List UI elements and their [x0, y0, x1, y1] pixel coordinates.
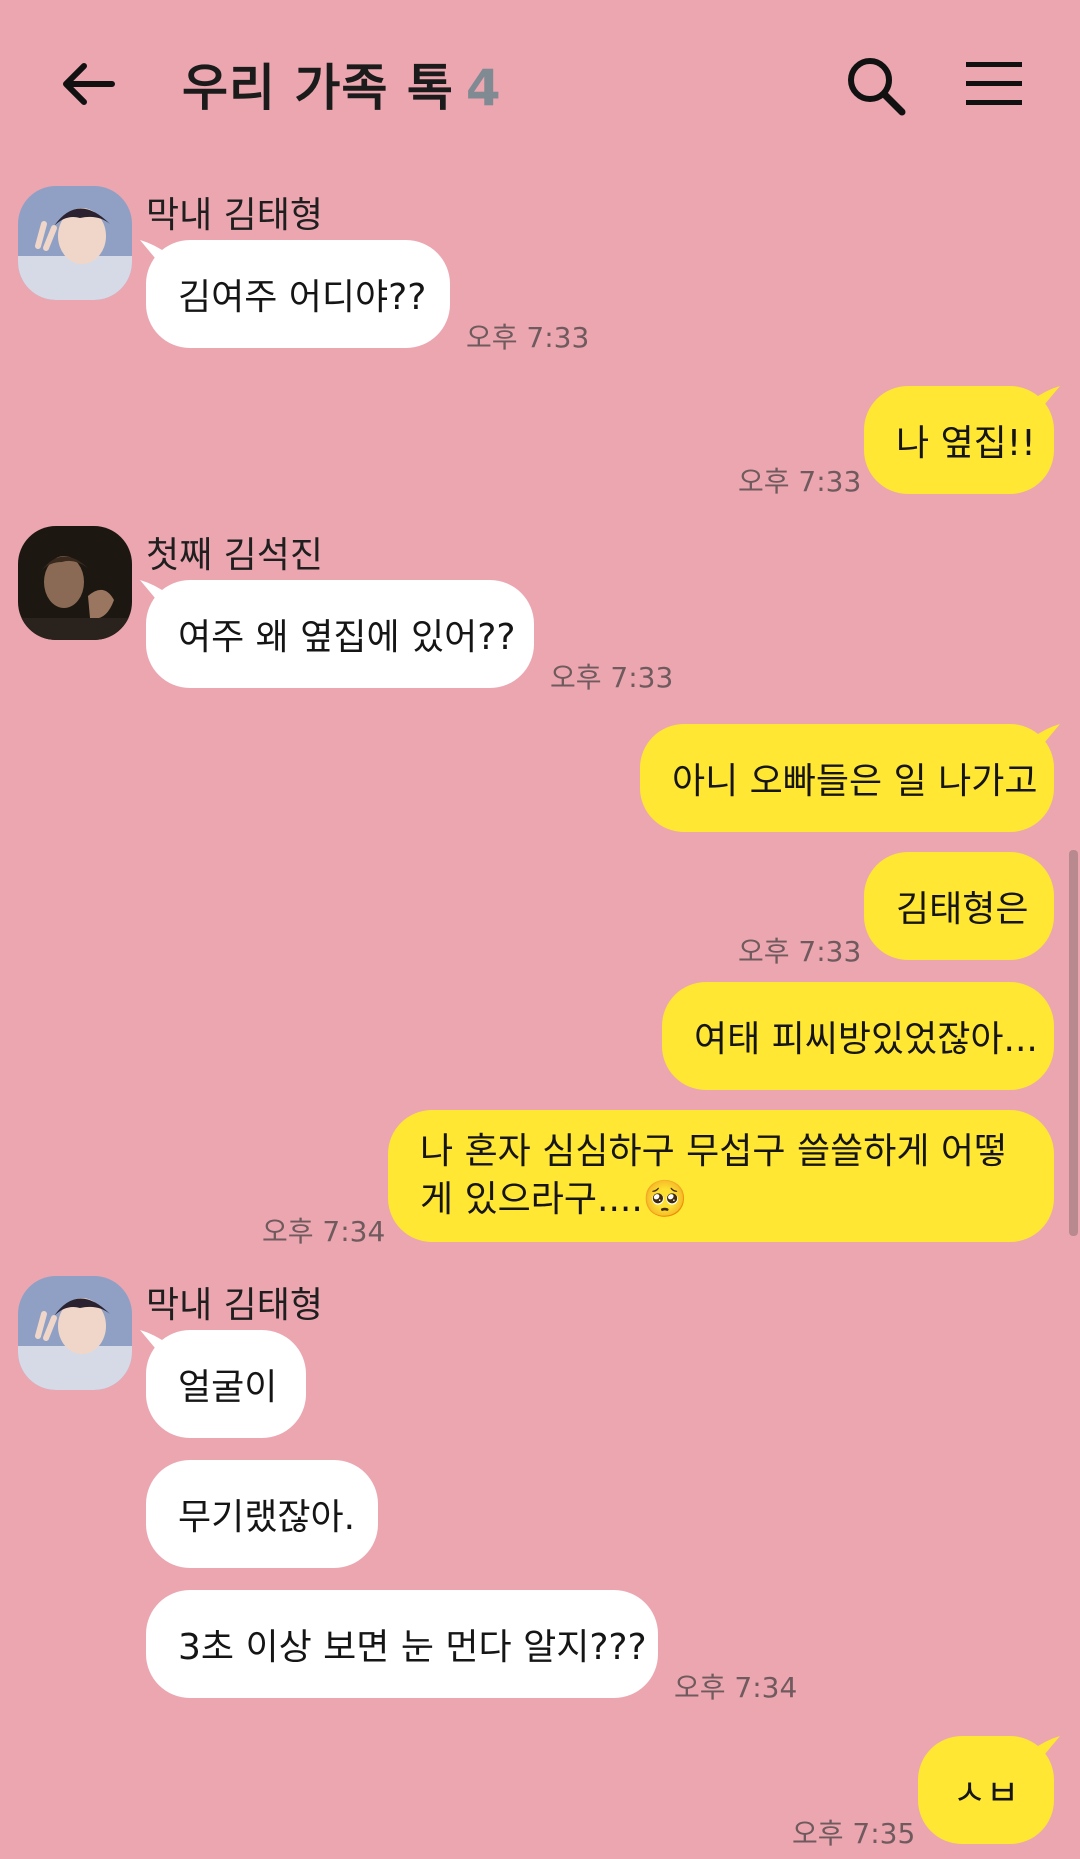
- message-time: 오후 7:33: [738, 935, 862, 968]
- chat-title: 우리 가족 톡4: [182, 48, 502, 120]
- message-time: 오후 7:34: [674, 1671, 798, 1704]
- message-bubble[interactable]: 나 옆집!!: [864, 386, 1054, 494]
- message-bubble[interactable]: 아니 오빠들은 일 나가고: [640, 724, 1054, 832]
- message-bubble[interactable]: 나 혼자 심심하구 무섭구 쓸쓸하게 어떻게 있으라구....🥺: [388, 1110, 1054, 1242]
- message-bubble[interactable]: ㅅㅂ: [918, 1736, 1054, 1844]
- sender-name: 막내 김태형: [146, 1285, 324, 1326]
- avatar[interactable]: [18, 186, 132, 300]
- avatar[interactable]: [18, 526, 132, 640]
- message-text: 나 옆집!!: [896, 423, 1036, 464]
- message-bubble[interactable]: 여태 피씨방있었잖아...: [662, 982, 1054, 1090]
- message-bubble[interactable]: 김여주 어디야??: [146, 240, 450, 348]
- message-text: 여태 피씨방있었잖아...: [694, 1019, 1038, 1060]
- message-text: 김태형은: [896, 889, 1029, 930]
- message-text: 무기랬잖아.: [178, 1497, 356, 1538]
- back-arrow-icon[interactable]: [56, 52, 120, 116]
- chat-room-name: 우리 가족 톡: [182, 59, 454, 117]
- message-bubble[interactable]: 여주 왜 옆집에 있어??: [146, 580, 534, 688]
- scrollbar[interactable]: [1069, 850, 1078, 1236]
- message-text: 여주 왜 옆집에 있어??: [178, 617, 516, 658]
- message-text: 얼굴이: [178, 1367, 278, 1408]
- message-text: 3초 이상 보면 눈 먼다 알지???: [178, 1627, 647, 1668]
- avatar-image: [18, 526, 132, 640]
- message-time: 오후 7:33: [738, 465, 862, 498]
- message-time: 오후 7:33: [466, 321, 590, 354]
- avatar-image: [18, 1276, 132, 1390]
- sender-name: 막내 김태형: [146, 195, 324, 236]
- message-text: ㅅㅂ: [952, 1773, 1020, 1814]
- message-time: 오후 7:33: [550, 661, 674, 694]
- message-bubble[interactable]: 무기랬잖아.: [146, 1460, 378, 1568]
- chat-header: 우리 가족 톡4: [0, 0, 1080, 170]
- message-time: 오후 7:34: [262, 1215, 386, 1248]
- message-bubble[interactable]: 얼굴이: [146, 1330, 306, 1438]
- search-icon[interactable]: [844, 54, 908, 118]
- message-text: 나 혼자 심심하구 무섭구 쓸쓸하게 어떻게 있으라구....🥺: [420, 1131, 1008, 1220]
- hamburger-menu-icon[interactable]: [966, 58, 1022, 110]
- sender-name: 첫째 김석진: [146, 535, 324, 576]
- avatar[interactable]: [18, 1276, 132, 1390]
- message-time: 오후 7:35: [792, 1817, 916, 1850]
- message-bubble[interactable]: 김태형은: [864, 852, 1054, 960]
- member-count: 4: [465, 59, 502, 117]
- message-bubble[interactable]: 3초 이상 보면 눈 먼다 알지???: [146, 1590, 658, 1698]
- message-text: 김여주 어디야??: [178, 277, 427, 318]
- message-text: 아니 오빠들은 일 나가고: [672, 761, 1038, 802]
- avatar-image: [18, 186, 132, 300]
